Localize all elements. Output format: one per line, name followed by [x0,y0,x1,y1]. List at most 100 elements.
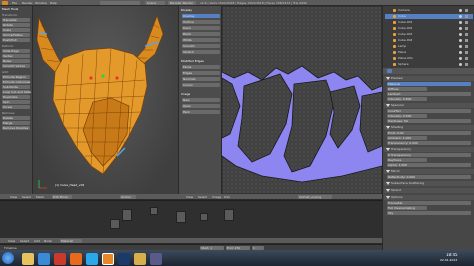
material-tab-icon[interactable] [387,69,392,73]
visibility-eye-icon[interactable] [459,45,462,48]
outliner-item[interactable]: Plane [385,50,473,55]
tool-button[interactable]: Spin [2,100,30,104]
tool-button[interactable]: Scale [2,28,30,32]
firefox-taskbar-icon[interactable] [70,253,82,265]
property-field[interactable]: Translucency: 0.000 [387,141,471,145]
app-taskbar-icon[interactable] [150,253,162,265]
node-menu-view[interactable]: View [8,240,15,243]
tool-button[interactable]: Push/Pull [2,38,30,42]
clock-date[interactable]: 22.01.2013 [440,259,457,262]
node-box[interactable] [122,209,132,221]
render-camera-icon[interactable] [465,57,468,60]
uv-editor[interactable] [222,6,382,194]
outliner-item[interactable]: Sphere [385,62,473,67]
photoshop-taskbar-icon[interactable] [118,253,130,265]
properties-panel-header[interactable]: Shading [384,125,474,130]
tool-button[interactable]: Slide Edge [2,49,30,53]
property-field[interactable]: Full Oversampling [387,206,427,210]
property-field[interactable]: Lambert [387,92,471,96]
render-camera-icon[interactable] [465,33,468,36]
uv-option-button[interactable]: Normals [182,77,220,81]
uv-option-button[interactable]: Outline [182,20,220,24]
visibility-eye-icon[interactable] [459,21,462,24]
property-field[interactable]: Alpha: 1.000 [387,163,471,167]
uv-option-button[interactable]: Edges [182,71,220,75]
visibility-eye-icon[interactable] [459,33,462,36]
explorer-taskbar-icon[interactable] [22,253,34,265]
property-field[interactable]: Reflectivity: 0.000 [387,175,471,179]
folder-taskbar-icon[interactable] [134,253,146,265]
outliner-item[interactable]: Cube.001 [385,20,473,25]
property-field[interactable]: Ambient: 1.000 [387,136,427,140]
uv-islands[interactable] [222,6,382,194]
visibility-eye-icon[interactable] [459,39,462,42]
tool-button[interactable]: Screw [2,105,30,109]
menu-file[interactable]: File [12,2,17,5]
blender-logo-icon[interactable] [2,1,8,5]
node-box[interactable] [200,213,208,221]
uv-menu-uvs[interactable]: UVs [224,196,230,199]
node-menu-select[interactable]: Select [20,240,29,243]
tool-button[interactable]: Noise [2,59,30,63]
uv-option-button[interactable]: Smooth [182,44,220,48]
node-menu-add[interactable]: Add [34,240,40,243]
properties-panel-header[interactable]: Strand [384,188,474,193]
viewport-menu-select[interactable]: Select [22,196,31,199]
modifier-tab-icon[interactable] [408,69,413,73]
skype-taskbar-icon[interactable] [86,253,98,265]
uv-option-button[interactable]: Black [182,32,220,36]
viewport-3d[interactable]: (1) Cube_Head_v02 [33,6,178,194]
property-field[interactable]: Traceable [387,201,471,205]
uv-option-button[interactable]: Overlay [182,14,220,18]
render-camera-icon[interactable] [465,15,468,18]
start-button-icon[interactable] [2,252,14,264]
image-select[interactable]: helmet_uv.png [298,195,332,199]
helmet-mesh[interactable] [33,6,178,194]
tool-button[interactable]: Vertex [2,54,30,58]
mode-select[interactable]: Edit Mode [52,195,72,199]
tool-button[interactable]: Extrude Individual [2,80,30,84]
menu-help[interactable]: Help [50,2,57,5]
outliner-item[interactable]: Plane.001 [385,56,473,61]
property-field[interactable]: Sky [387,211,471,215]
visibility-eye-icon[interactable] [459,63,462,66]
viewport-menu-view[interactable]: View [10,196,17,199]
tool-button[interactable]: Extrude Region [2,75,30,79]
texture-tab-icon[interactable] [394,69,399,73]
media-taskbar-icon[interactable] [54,253,66,265]
outliner-item[interactable]: Cube.002 [385,26,473,31]
uv-option-button[interactable]: Dash [182,26,220,30]
clock-time[interactable]: 18:45 [446,253,458,257]
properties-panel-header[interactable]: Mirror [384,169,474,174]
uv-section-label[interactable]: Modified Edges [181,60,204,63]
tool-button[interactable]: Loop Cut and Slide [2,90,31,94]
property-field[interactable]: Material [387,82,471,86]
render-engine-select[interactable]: Blender Render [168,1,196,5]
render-camera-icon[interactable] [465,45,468,48]
tool-button[interactable]: Rotate [2,23,30,27]
properties-panel-header[interactable]: Subsurface Scattering [384,181,474,186]
tool-button[interactable]: Shrink/Fatten [2,33,30,37]
uv-option-button[interactable]: Pack [182,110,220,114]
node-editor[interactable] [0,200,382,238]
render-camera-icon[interactable] [465,21,468,24]
tool-button[interactable]: Duplicate [2,95,30,99]
node-box[interactable] [224,209,234,221]
blender-taskbar-icon[interactable] [102,253,114,265]
render-camera-icon[interactable] [465,9,468,12]
visibility-eye-icon[interactable] [459,51,462,54]
pivot-select[interactable]: Global [120,195,136,199]
scene-select[interactable]: Scene [145,1,165,5]
render-camera-icon[interactable] [465,51,468,54]
uv-option-button[interactable]: Open [182,104,220,108]
visibility-eye-icon[interactable] [459,9,462,12]
uv-option-button[interactable]: New [182,98,220,102]
object-tab-icon[interactable] [401,69,406,73]
outliner-item[interactable]: Cube.004 [385,38,473,43]
node-box[interactable] [150,207,158,215]
tool-button[interactable]: Delete [2,116,30,120]
property-field[interactable]: Raytrace [387,158,427,162]
render-camera-icon[interactable] [465,27,468,30]
tool-button[interactable]: Subdivide [2,85,30,89]
property-field[interactable]: Diffuse [387,87,427,91]
